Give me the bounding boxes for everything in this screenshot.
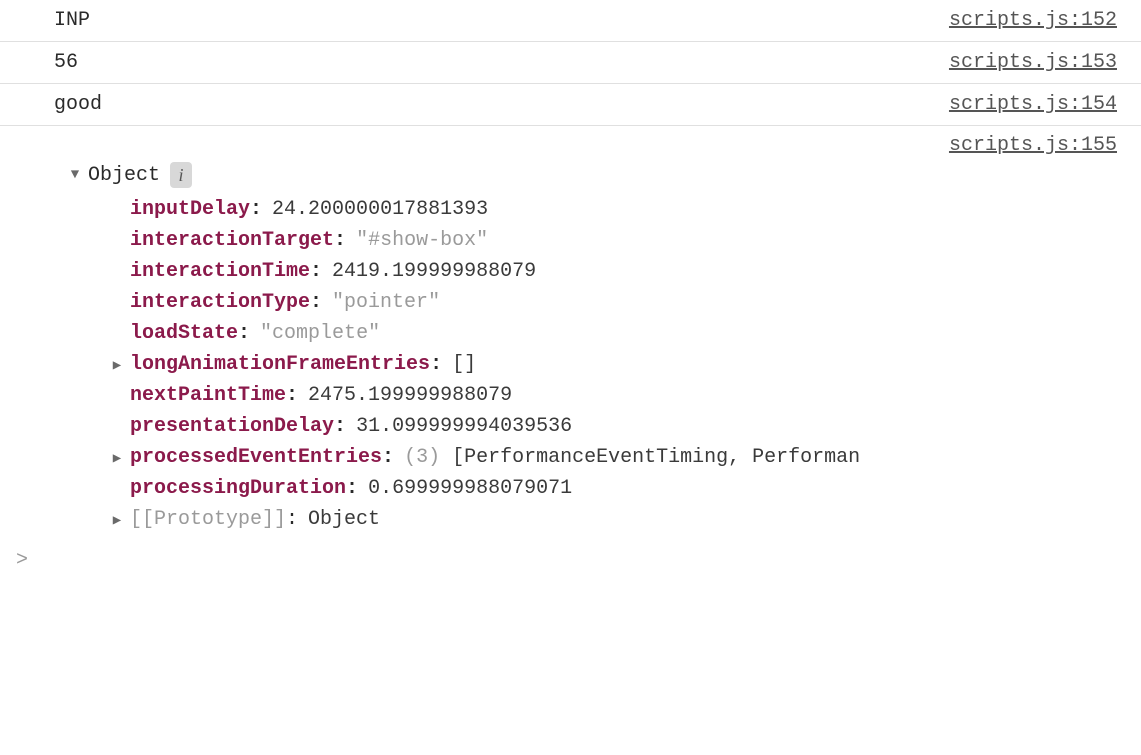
prop-key: longAnimationFrameEntries [130, 353, 430, 376]
prop-key: inputDelay [130, 198, 250, 221]
prop-value: 31.099999994039536 [356, 415, 572, 438]
prop-key: presentationDelay [130, 415, 334, 438]
console-panel: INP scripts.js:152 56 scripts.js:153 goo… [0, 0, 1141, 572]
prop-processingDuration[interactable]: processingDuration: 0.699999988079071 [110, 473, 949, 504]
disclosure-triangle-right-icon[interactable] [110, 512, 124, 529]
object-header[interactable]: Object i [54, 162, 949, 188]
prop-loadState[interactable]: loadState: "complete" [110, 318, 949, 349]
prop-value: [PerformanceEventTiming, Performan [452, 446, 860, 469]
object-section: Object i inputDelay: 24.200000017881393 … [54, 134, 949, 535]
prop-presentationDelay[interactable]: presentationDelay: 31.099999994039536 [110, 411, 949, 442]
source-link[interactable]: scripts.js:153 [949, 51, 1117, 74]
source-link[interactable]: scripts.js:154 [949, 93, 1117, 116]
prop-value: 2419.199999988079 [332, 260, 536, 283]
prop-interactionType[interactable]: interactionType: "pointer" [110, 287, 949, 318]
prop-inputDelay[interactable]: inputDelay: 24.200000017881393 [110, 194, 949, 225]
prop-key: interactionType [130, 291, 310, 314]
prop-longAnimationFrameEntries[interactable]: longAnimationFrameEntries: [] [110, 349, 949, 380]
log-row: INP scripts.js:152 [0, 0, 1141, 42]
prop-key: nextPaintTime [130, 384, 286, 407]
disclosure-triangle-right-icon[interactable] [110, 357, 124, 374]
prop-key: interactionTarget [130, 229, 334, 252]
prop-value: "complete" [260, 322, 380, 345]
disclosure-triangle-down-icon[interactable] [68, 167, 82, 183]
prop-value: 24.200000017881393 [272, 198, 488, 221]
prop-value: "pointer" [332, 291, 440, 314]
log-row: 56 scripts.js:153 [0, 42, 1141, 84]
source-link[interactable]: scripts.js:152 [949, 9, 1117, 32]
array-count: (3) [404, 446, 440, 469]
prop-value: "#show-box" [356, 229, 488, 252]
log-text: good [54, 93, 102, 116]
log-text: 56 [54, 51, 78, 74]
log-text: INP [54, 9, 90, 32]
disclosure-triangle-right-icon[interactable] [110, 450, 124, 467]
prop-key: loadState [130, 322, 238, 345]
prop-prototype[interactable]: [[Prototype]]: Object [110, 504, 949, 535]
prop-nextPaintTime[interactable]: nextPaintTime: 2475.199999988079 [110, 380, 949, 411]
prop-key: [[Prototype]] [130, 508, 286, 531]
prop-interactionTime[interactable]: interactionTime: 2419.199999988079 [110, 256, 949, 287]
prop-key: interactionTime [130, 260, 310, 283]
console-prompt-icon[interactable]: > [0, 543, 1141, 572]
info-badge-icon[interactable]: i [170, 162, 192, 188]
prop-value: [] [452, 353, 476, 376]
prop-processedEventEntries[interactable]: processedEventEntries: (3) [PerformanceE… [110, 442, 949, 473]
log-row: good scripts.js:154 [0, 84, 1141, 126]
log-row-object: Object i inputDelay: 24.200000017881393 … [0, 126, 1141, 543]
object-label: Object [88, 164, 160, 187]
prop-value: 2475.199999988079 [308, 384, 512, 407]
prop-key: processingDuration [130, 477, 346, 500]
prop-value: Object [308, 508, 380, 531]
prop-interactionTarget[interactable]: interactionTarget: "#show-box" [110, 225, 949, 256]
source-link[interactable]: scripts.js:155 [949, 134, 1117, 157]
prop-value: 0.699999988079071 [368, 477, 572, 500]
object-properties: inputDelay: 24.200000017881393 interacti… [54, 188, 949, 535]
prop-key: processedEventEntries [130, 446, 382, 469]
